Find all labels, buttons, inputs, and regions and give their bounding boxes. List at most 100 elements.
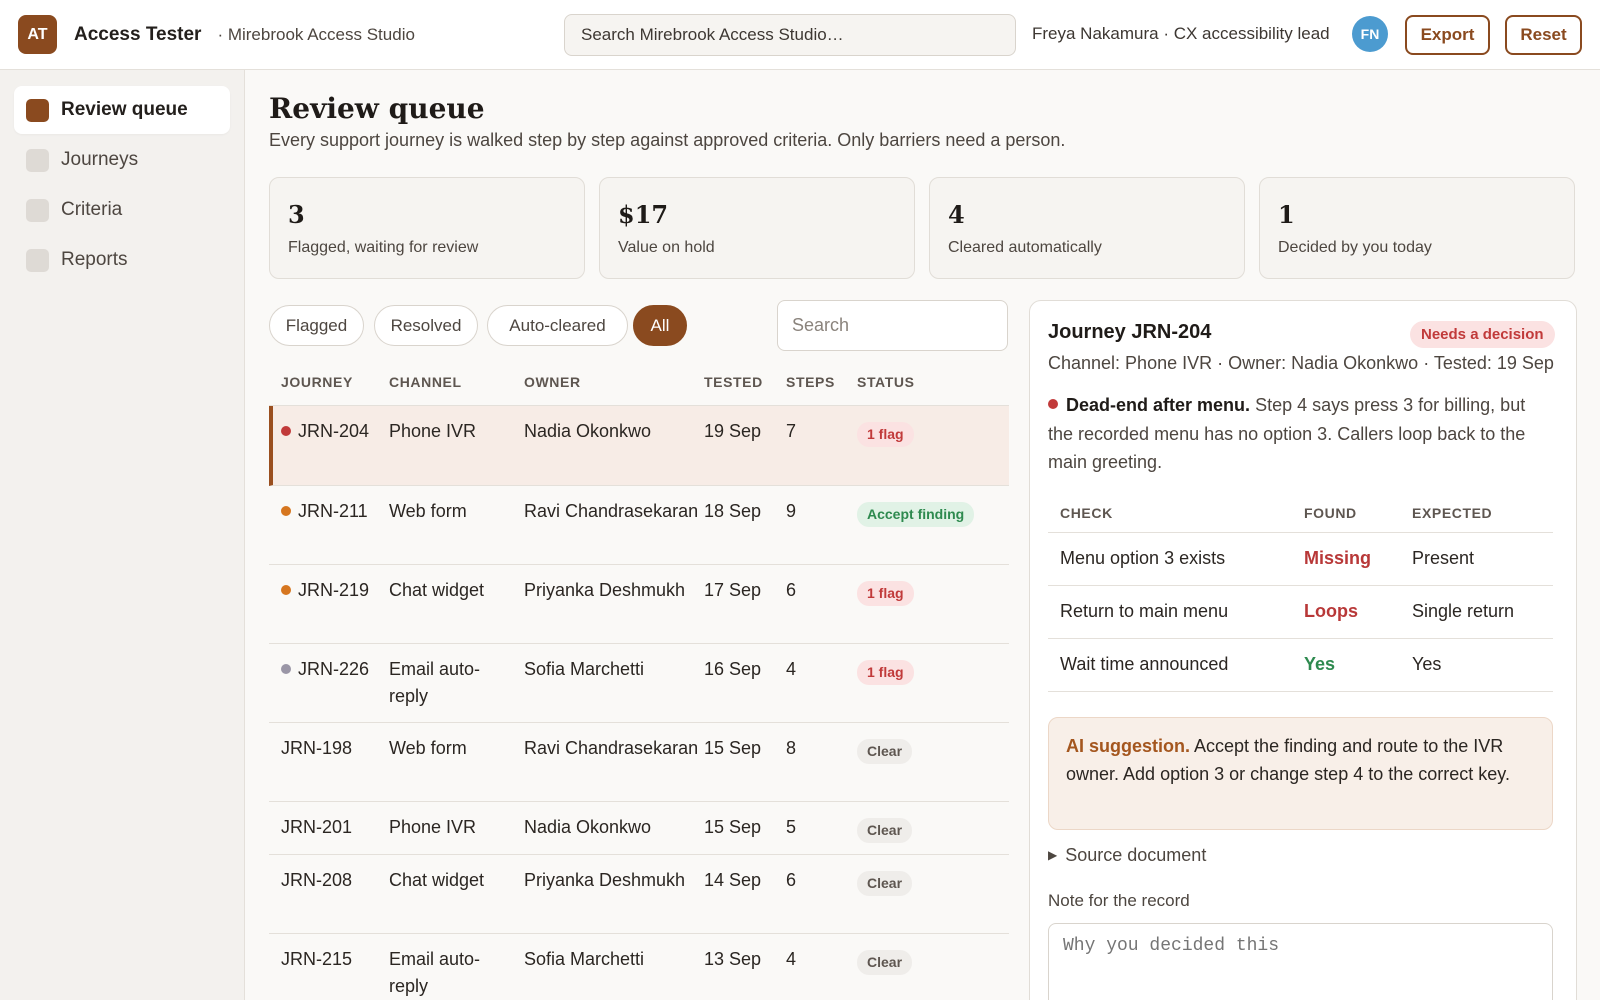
cell-status: 1 flag (857, 420, 1007, 447)
cell-tested-text: 15 Sep (704, 817, 762, 837)
status-dot-icon (281, 585, 291, 595)
table-row[interactable]: JRN-226 Email auto-reply Sofia Marchetti 16… (269, 644, 1009, 723)
status-badge: Accept finding (857, 502, 975, 527)
cell-tested: 18 Sep (704, 498, 784, 525)
table-row[interactable]: JRN-201 Phone IVR Nadia Okonkwo 15 Sep 5 Clea… (269, 802, 1009, 855)
detail-meta: Channel: Phone IVR · Owner: Nadia Okonkw… (1048, 353, 1554, 373)
note-textarea[interactable] (1048, 923, 1553, 1000)
filter-chip-flagged[interactable]: Flagged (269, 305, 364, 346)
cell-channel-text: Chat widget (389, 580, 485, 600)
check-found: Loops (1304, 601, 1358, 621)
cell-channel: Phone IVR (389, 418, 519, 445)
filter-chip-resolved[interactable]: Resolved (374, 305, 478, 346)
table-row[interactable]: JRN-219 Chat widget Priyanka Deshmukh 17 Se… (269, 565, 1009, 644)
stat-value: 4 (948, 200, 965, 229)
sidebar-item-label: Journeys (61, 149, 139, 170)
cell-tested-text: 19 Sep (704, 421, 762, 441)
cell-journey: JRN-211 (281, 498, 381, 525)
table-row[interactable]: JRN-208 Chat widget Priyanka Deshmukh 14 Se… (269, 855, 1009, 934)
sidebar-item-journeys[interactable]: Journeys (14, 136, 230, 184)
cell-channel: Email auto-reply (389, 946, 519, 1000)
source-document-toggle[interactable]: ▶ Source document (1048, 845, 1206, 866)
cell-tested-text: 15 Sep (704, 738, 762, 758)
cell-owner: Sofia Marchetti (524, 946, 699, 973)
cell-channel: Chat widget (389, 867, 519, 894)
checks-header-found: FOUND (1304, 505, 1357, 521)
journey-search-input[interactable]: Search (777, 300, 1008, 351)
check-expected: Single return (1412, 601, 1515, 621)
check-expected: Yes (1412, 654, 1442, 674)
table-row[interactable]: JRN-198 Web form Ravi Chandrasekaran 15 Sep… (269, 723, 1009, 802)
finding-summary: Dead-end after menu. Step 4 says press 3… (1048, 391, 1553, 477)
stat-label: Value on hold (618, 239, 715, 256)
cell-steps: 4 (786, 946, 846, 973)
check-found: Yes (1304, 654, 1336, 674)
criteria-icon (26, 198, 49, 222)
cell-owner-text: Ravi Chandrasekaran (524, 501, 699, 521)
disclosure-triangle-icon: ▶ (1048, 848, 1058, 862)
top-bar: AT Access Tester · Mirebrook Access Stud… (0, 0, 1600, 70)
export-button[interactable]: Export (1405, 15, 1490, 55)
journeys-icon (26, 148, 49, 172)
journey-detail-panel: Journey JRN-204 Needs a decision Channel… (1029, 300, 1577, 1000)
note-label: Note for the record (1048, 891, 1190, 910)
column-header-tested[interactable]: TESTED (704, 374, 763, 390)
stat-value: $17 (618, 200, 669, 229)
finding-title: Dead-end after menu. (1066, 395, 1251, 415)
table-row[interactable]: JRN-204 Phone IVR Nadia Okonkwo 19 Sep 7 1 fl… (269, 406, 1009, 486)
user-name: Freya Nakamura · CX accessibility lead (1032, 24, 1330, 43)
filter-chip-auto-cleared[interactable]: Auto-cleared (487, 305, 628, 346)
column-header-journey[interactable]: JOURNEY (281, 374, 353, 390)
sidebar-item-criteria[interactable]: Criteria (14, 186, 230, 234)
table-row[interactable]: JRN-215 Email auto-reply Sofia Marchetti 13… (269, 934, 1009, 1000)
cell-channel: Email auto-reply (389, 656, 519, 710)
cell-owner-text: Nadia Okonkwo (524, 817, 652, 837)
avatar[interactable]: FN (1352, 16, 1388, 52)
cell-steps-text: 8 (786, 738, 797, 758)
filter-chip-all[interactable]: All (633, 305, 687, 346)
cell-tested: 13 Sep (704, 946, 784, 973)
reset-button[interactable]: Reset (1505, 15, 1582, 55)
sidebar-item-reports[interactable]: Reports (14, 236, 230, 284)
cell-status: Accept finding (857, 500, 1007, 527)
cell-owner: Priyanka Deshmukh (524, 867, 699, 894)
cell-journey: JRN-208 (281, 867, 381, 894)
cell-journey-text: JRN-204 (298, 421, 370, 441)
table-row[interactable]: JRN-211 Web form Ravi Chandrasekaran 18 Sep… (269, 486, 1009, 565)
cell-owner-text: Priyanka Deshmukh (524, 870, 686, 890)
cell-channel: Web form (389, 498, 519, 525)
ai-suggestion-label: AI suggestion. (1066, 736, 1191, 756)
column-header-status[interactable]: STATUS (857, 374, 915, 390)
cell-tested: 15 Sep (704, 735, 784, 762)
check-expected: Present (1412, 548, 1475, 568)
cell-owner-text: Sofia Marchetti (524, 949, 645, 969)
cell-status: Clear (857, 737, 1007, 764)
cell-status: Clear (857, 948, 1007, 975)
column-header-channel[interactable]: CHANNEL (389, 374, 462, 390)
cell-steps-text: 4 (786, 949, 797, 969)
column-header-steps[interactable]: STEPS (786, 374, 835, 390)
cell-tested-text: 17 Sep (704, 580, 762, 600)
severity-dot-icon (1048, 399, 1058, 409)
page-subtitle: Every support journey is walked step by … (269, 130, 1066, 150)
reports-icon (26, 248, 49, 272)
ai-suggestion: AI suggestion. Accept the finding and ro… (1048, 717, 1553, 830)
status-badge: Clear (857, 871, 913, 896)
cell-tested-text: 13 Sep (704, 949, 762, 969)
sidebar-item-review-queue[interactable]: Review queue (14, 86, 230, 134)
detail-title: Journey JRN-204 (1048, 321, 1212, 343)
column-header-owner[interactable]: OWNER (524, 374, 581, 390)
cell-journey-text: JRN-215 (281, 949, 353, 969)
check-name: Menu option 3 exists (1060, 548, 1226, 568)
global-search-input[interactable]: Search Mirebrook Access Studio… (564, 14, 1016, 56)
cell-tested-text: 18 Sep (704, 501, 762, 521)
stat-card-cleared: 4 Cleared automatically (929, 177, 1245, 279)
cell-status: 1 flag (857, 658, 1007, 685)
status-badge: Clear (857, 818, 913, 843)
cell-channel-text: Chat widget (389, 870, 485, 890)
stat-card-decided: 1 Decided by you today (1259, 177, 1575, 279)
cell-journey-text: JRN-198 (281, 738, 353, 758)
check-name: Wait time announced (1060, 654, 1229, 674)
cell-owner: Ravi Chandrasekaran (524, 735, 699, 762)
stat-card-value-on-hold: $17 Value on hold (599, 177, 915, 279)
